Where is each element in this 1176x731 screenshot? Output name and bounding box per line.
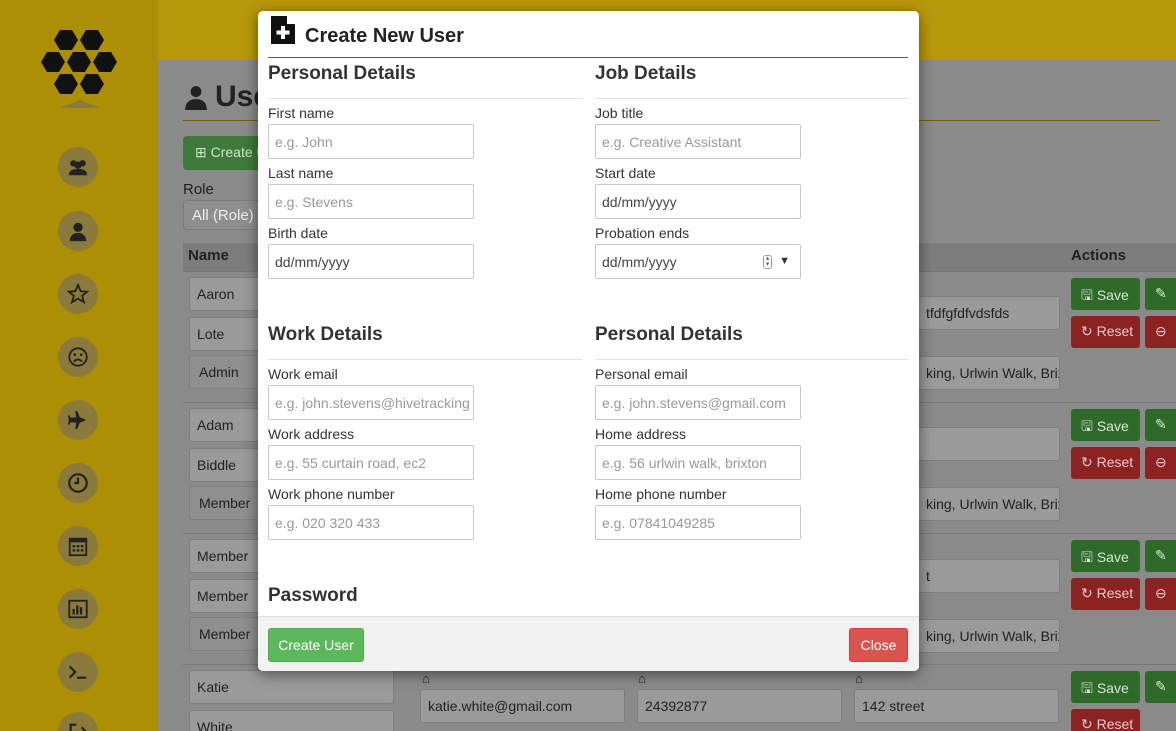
work-details-section: Work Details Work email e.g. john.steven… [268, 324, 582, 554]
personal-email-label: Personal email [595, 366, 688, 382]
home-address-field[interactable]: e.g. 56 urlwin walk, brixton [595, 445, 801, 480]
first-name-label: First name [268, 105, 335, 121]
personal-contact-section: Personal Details Personal email e.g. joh… [595, 324, 909, 554]
create-user-button[interactable]: Create User [268, 628, 364, 662]
work-phone-field[interactable]: e.g. 020 320 433 [268, 505, 474, 540]
birth-date-label: Birth date [268, 225, 328, 241]
start-date-field[interactable]: dd/mm/yyyy [595, 184, 801, 219]
work-email-label: Work email [268, 366, 338, 382]
start-date-label: Start date [595, 165, 656, 181]
birth-date-field[interactable]: dd/mm/yyyy [268, 244, 474, 279]
create-user-modal: Create New User Personal Details First n… [258, 11, 919, 671]
password-section: Password [268, 585, 582, 615]
section-title: Work Details [268, 324, 582, 360]
modal-footer: Create User Close [258, 616, 919, 671]
chevron-down-icon[interactable]: ▼ [779, 255, 790, 267]
last-name-field[interactable]: e.g. Stevens [268, 184, 474, 219]
section-title: Personal Details [595, 324, 909, 360]
job-title-label: Job title [595, 105, 644, 121]
date-stepper-icon[interactable]: ▴ ▾ [763, 255, 772, 269]
work-email-field[interactable]: e.g. john.stevens@hivetracking [268, 385, 474, 420]
section-title: Job Details [595, 63, 909, 99]
personal-details-section: Personal Details First name e.g. John La… [268, 63, 582, 293]
modal-header: Create New User [268, 11, 908, 58]
job-title-field[interactable]: e.g. Creative Assistant [595, 124, 801, 159]
work-address-field[interactable]: e.g. 55 curtain road, ec2 [268, 445, 474, 480]
first-name-field[interactable]: e.g. John [268, 124, 474, 159]
home-address-label: Home address [595, 426, 687, 442]
new-document-icon [271, 15, 296, 44]
home-phone-label: Home phone number [595, 486, 727, 502]
probation-ends-label: Probation ends [595, 225, 690, 241]
probation-ends-value: dd/mm/yyyy [602, 254, 677, 270]
probation-ends-field[interactable]: dd/mm/yyyy ▴ ▾ ▼ [595, 244, 801, 279]
close-button[interactable]: Close [849, 628, 908, 662]
section-title: Personal Details [268, 63, 582, 99]
last-name-label: Last name [268, 165, 334, 181]
job-details-section: Job Details Job title e.g. Creative Assi… [595, 63, 909, 293]
home-phone-field[interactable]: e.g. 07841049285 [595, 505, 801, 540]
work-phone-label: Work phone number [268, 486, 395, 502]
work-address-label: Work address [268, 426, 355, 442]
personal-email-field[interactable]: e.g. john.stevens@gmail.com [595, 385, 801, 420]
modal-title: Create New User [305, 25, 464, 47]
